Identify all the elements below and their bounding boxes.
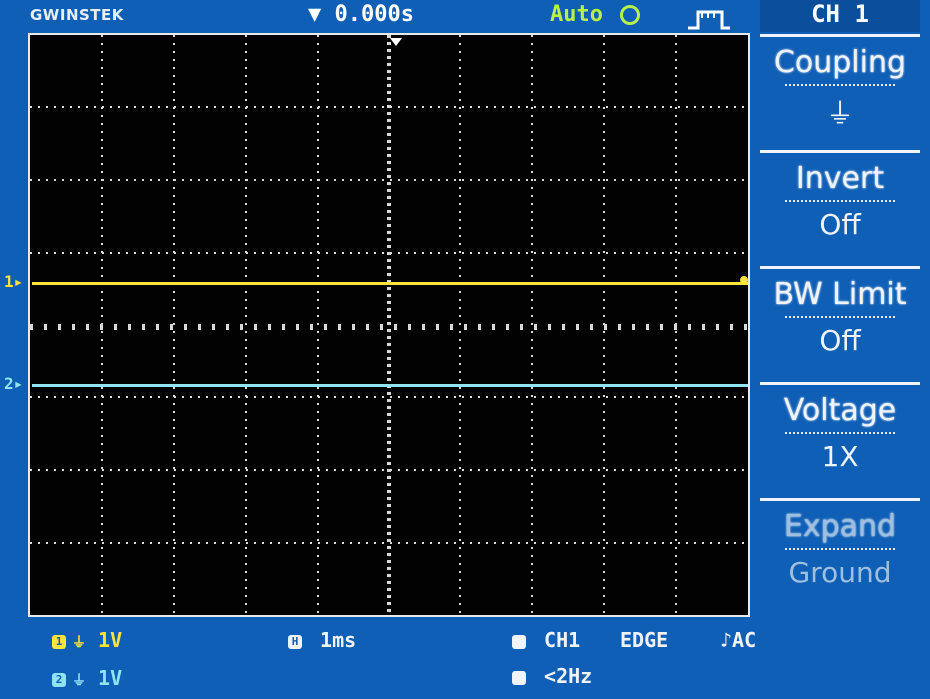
- ch1-scale-value: 1V: [98, 628, 123, 652]
- trigger-position-readout: ▼ 0.000s: [308, 2, 414, 27]
- invert-label: Invert: [795, 161, 885, 196]
- bottom-status-bar: 1 ⏚ 1V 2 ⏚ 1V H 1ms CH1 EDGE ♪AC <2Hz: [0, 620, 930, 699]
- dc-coupling-icon: ⏚: [72, 635, 86, 651]
- trigger-slope-readout: ♪AC: [720, 628, 756, 652]
- invert-softkey[interactable]: Invert Off: [760, 150, 920, 262]
- divider: [785, 84, 895, 86]
- bw-limit-value: Off: [819, 324, 861, 357]
- brand-logo: GWINSTEK: [30, 6, 124, 24]
- divider: [785, 316, 895, 318]
- frequency-icon: [512, 670, 526, 685]
- voltage-probe-softkey[interactable]: Voltage 1X: [760, 382, 920, 494]
- coupling-label: Coupling: [773, 45, 907, 80]
- trigger-type-readout: EDGE: [620, 628, 669, 652]
- bw-limit-label: BW Limit: [773, 277, 907, 312]
- frequency-value: <2Hz: [544, 664, 593, 688]
- divider: [785, 432, 895, 434]
- channel-menu: Coupling ⏚ Invert Off BW Limit Off Volta…: [760, 34, 920, 618]
- expand-softkey[interactable]: Expand Ground: [760, 498, 920, 610]
- timebase-icon: H: [288, 634, 302, 649]
- ch2-scale-readout: 2 ⏚ 1V: [52, 666, 122, 690]
- timebase-value: 1ms: [320, 628, 357, 652]
- trigger-level-marker[interactable]: [740, 276, 748, 284]
- divider: [785, 200, 895, 202]
- ch1-ground-marker[interactable]: 1▸: [4, 272, 23, 291]
- frequency-readout: <2Hz: [512, 664, 592, 688]
- ch2-trace: [32, 384, 748, 387]
- run-status-icon: [620, 5, 641, 25]
- graticule: [30, 35, 748, 615]
- coupling-softkey[interactable]: Coupling ⏚: [760, 34, 920, 146]
- ch2-ground-marker[interactable]: 2▸: [4, 374, 23, 393]
- trigger-mode-label: Auto: [550, 2, 603, 27]
- top-status-bar: GWINSTEK ▼ 0.000s Auto CH 1: [0, 0, 930, 34]
- invert-value: Off: [819, 208, 861, 241]
- trigger-coupling-value: AC: [732, 628, 757, 652]
- coupling-ground-icon: ⏚: [825, 97, 854, 130]
- trigger-mode-readout: Auto: [550, 2, 641, 27]
- channel-title: CH 1: [760, 0, 920, 32]
- ch2-scale-value: 1V: [98, 666, 123, 690]
- expand-label: Expand: [783, 509, 897, 544]
- ch1-scale-readout: 1 ⏚ 1V: [52, 628, 122, 652]
- divider: [785, 548, 895, 550]
- expand-value: Ground: [788, 556, 892, 589]
- trigger-icon: [512, 634, 526, 649]
- trigger-position-marker[interactable]: [390, 38, 402, 46]
- ch2-badge-icon: 2: [52, 672, 66, 687]
- ch1-trace: [32, 282, 748, 285]
- ch1-badge-icon: 1: [52, 634, 66, 649]
- voltage-label: Voltage: [783, 393, 897, 428]
- rising-edge-icon: ♪: [720, 628, 733, 652]
- trigger-source-value: CH1: [544, 628, 581, 652]
- bw-limit-softkey[interactable]: BW Limit Off: [760, 266, 920, 378]
- trigger-source-readout: CH1: [512, 628, 580, 652]
- timebase-readout: H 1ms: [288, 628, 356, 652]
- trigger-edge-icon: [688, 10, 730, 30]
- waveform-display: [28, 33, 750, 617]
- voltage-value: 1X: [821, 440, 859, 473]
- dc-coupling-icon: ⏚: [72, 673, 86, 689]
